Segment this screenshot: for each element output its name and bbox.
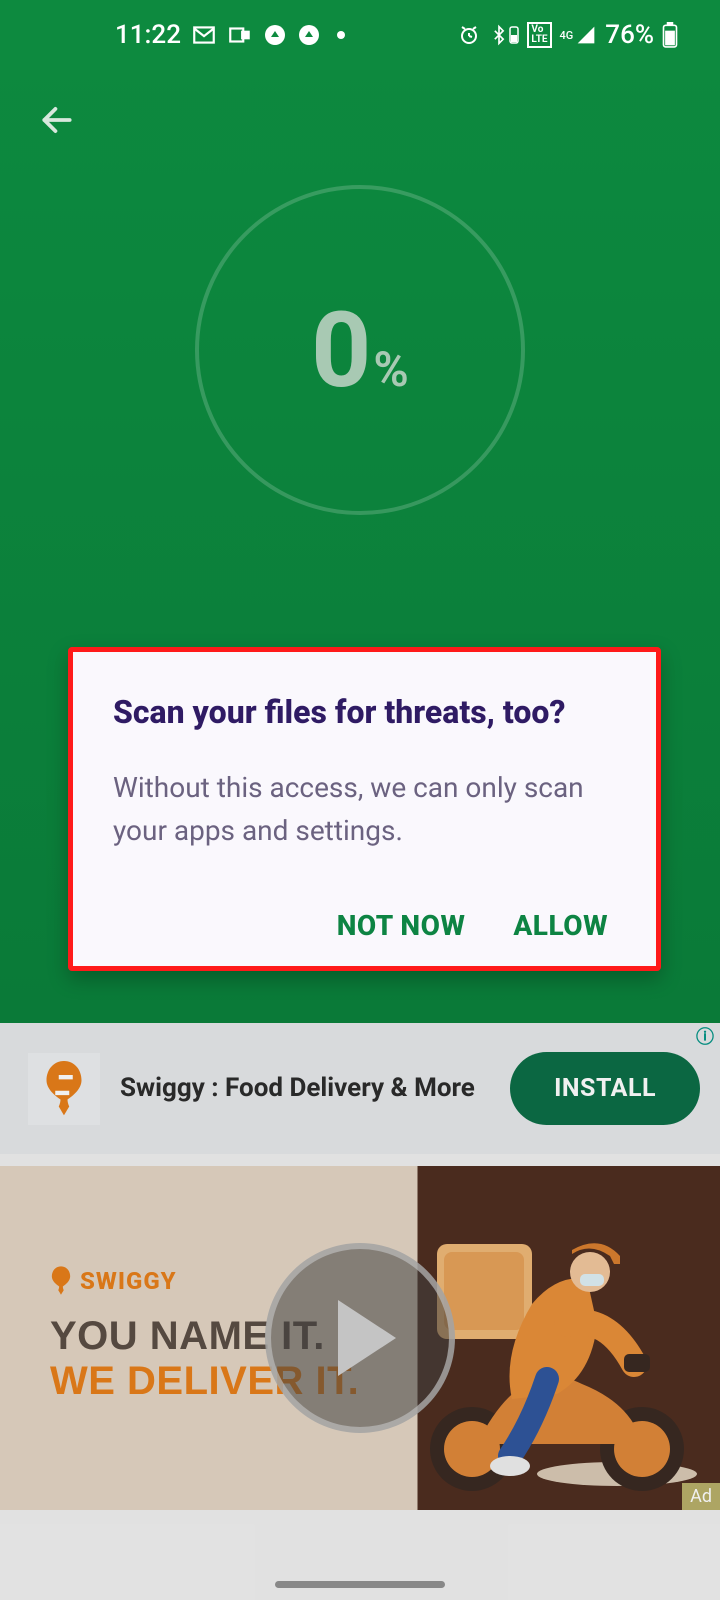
gmail-icon (191, 22, 217, 48)
ad-app-title: Swiggy : Food Delivery & More (120, 1072, 510, 1105)
nav-handle[interactable] (275, 1581, 445, 1588)
install-button[interactable]: INSTALL (510, 1052, 700, 1125)
outlook-icon (227, 22, 253, 48)
battery-pct: 76% (605, 20, 654, 50)
dialog-body: Without this access, we can only scan yo… (113, 766, 616, 853)
notif-icon-1 (263, 23, 287, 47)
more-notif-dot (337, 31, 345, 39)
not-now-button[interactable]: NOT NOW (337, 909, 466, 942)
back-button[interactable] (32, 95, 82, 145)
status-left: 11:22 (115, 20, 345, 50)
allow-button[interactable]: ALLOW (513, 909, 608, 942)
file-scan-permission-dialog: Scan your files for threats, too? Withou… (68, 647, 661, 971)
ad-app-icon (28, 1053, 100, 1125)
dialog-title: Scan your files for threats, too? (113, 692, 616, 732)
video-play-button[interactable] (265, 1243, 455, 1433)
bluetooth-icon (489, 23, 519, 47)
status-time: 11:22 (115, 20, 181, 50)
swiggy-logo-icon (42, 1061, 86, 1117)
progress-label: 0 % (311, 289, 409, 412)
banner-brand-text: SWIGGY (80, 1267, 177, 1295)
signal-icon: 4G (560, 25, 598, 45)
volte-icon: VoLTE (527, 22, 551, 48)
ad-install-strip[interactable]: Swiggy : Food Delivery & More INSTALL (0, 1023, 720, 1154)
dialog-actions: NOT NOW ALLOW (113, 909, 616, 942)
ad-info-icon[interactable]: ⓘ (696, 1023, 714, 1049)
scan-progress-ring: 0 % (195, 185, 525, 515)
progress-circle: 0 % (195, 185, 525, 515)
notif-icon-2 (297, 23, 321, 47)
play-icon (338, 1300, 396, 1376)
ad-video-banner[interactable]: SWIGGY YOU NAME IT. WE DELIVER IT. Ad (0, 1166, 720, 1510)
status-right: VoLTE 4G 76% (457, 20, 678, 50)
alarm-icon (457, 23, 481, 47)
progress-unit: % (373, 341, 408, 398)
battery-icon (662, 22, 678, 48)
ad-badge: Ad (682, 1483, 720, 1510)
status-bar: 11:22 VoLTE 4G 76% (0, 0, 720, 70)
progress-value: 0 (311, 289, 369, 412)
arrow-left-icon (38, 101, 76, 139)
swiggy-mark-icon (50, 1266, 72, 1296)
